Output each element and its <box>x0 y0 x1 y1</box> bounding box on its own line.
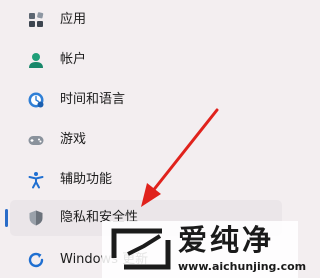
watermark: 爱纯净 www.aichunjing.com <box>102 221 306 278</box>
watermark-logo-icon <box>111 228 171 270</box>
sidebar-item-label: 应用 <box>60 12 87 27</box>
watermark-url: www.aichunjing.com <box>178 260 307 273</box>
sidebar-item-time-language[interactable]: 时间和语言 <box>10 82 282 118</box>
sidebar-item-label: 游戏 <box>60 132 87 147</box>
accessibility-icon <box>28 172 44 189</box>
shield-icon <box>29 210 43 226</box>
sidebar-item-gaming[interactable]: 游戏 <box>10 122 282 158</box>
gamepad-icon <box>28 136 44 145</box>
sidebar-item-label: 帐户 <box>60 52 87 67</box>
watermark-text: 爱纯净 <box>178 223 275 257</box>
sidebar-item-apps[interactable]: 应用 <box>10 2 282 38</box>
sidebar-item-accounts[interactable]: 帐户 <box>10 42 282 78</box>
selected-indicator <box>5 209 8 227</box>
windows-update-icon <box>28 252 44 268</box>
sidebar-item-label: 时间和语言 <box>60 92 126 107</box>
sidebar-item-accessibility[interactable]: 辅助功能 <box>10 162 282 198</box>
globe-clock-icon <box>28 92 44 108</box>
user-icon <box>29 53 43 68</box>
apps-icon <box>29 12 44 27</box>
sidebar-item-label: 辅助功能 <box>60 172 113 187</box>
